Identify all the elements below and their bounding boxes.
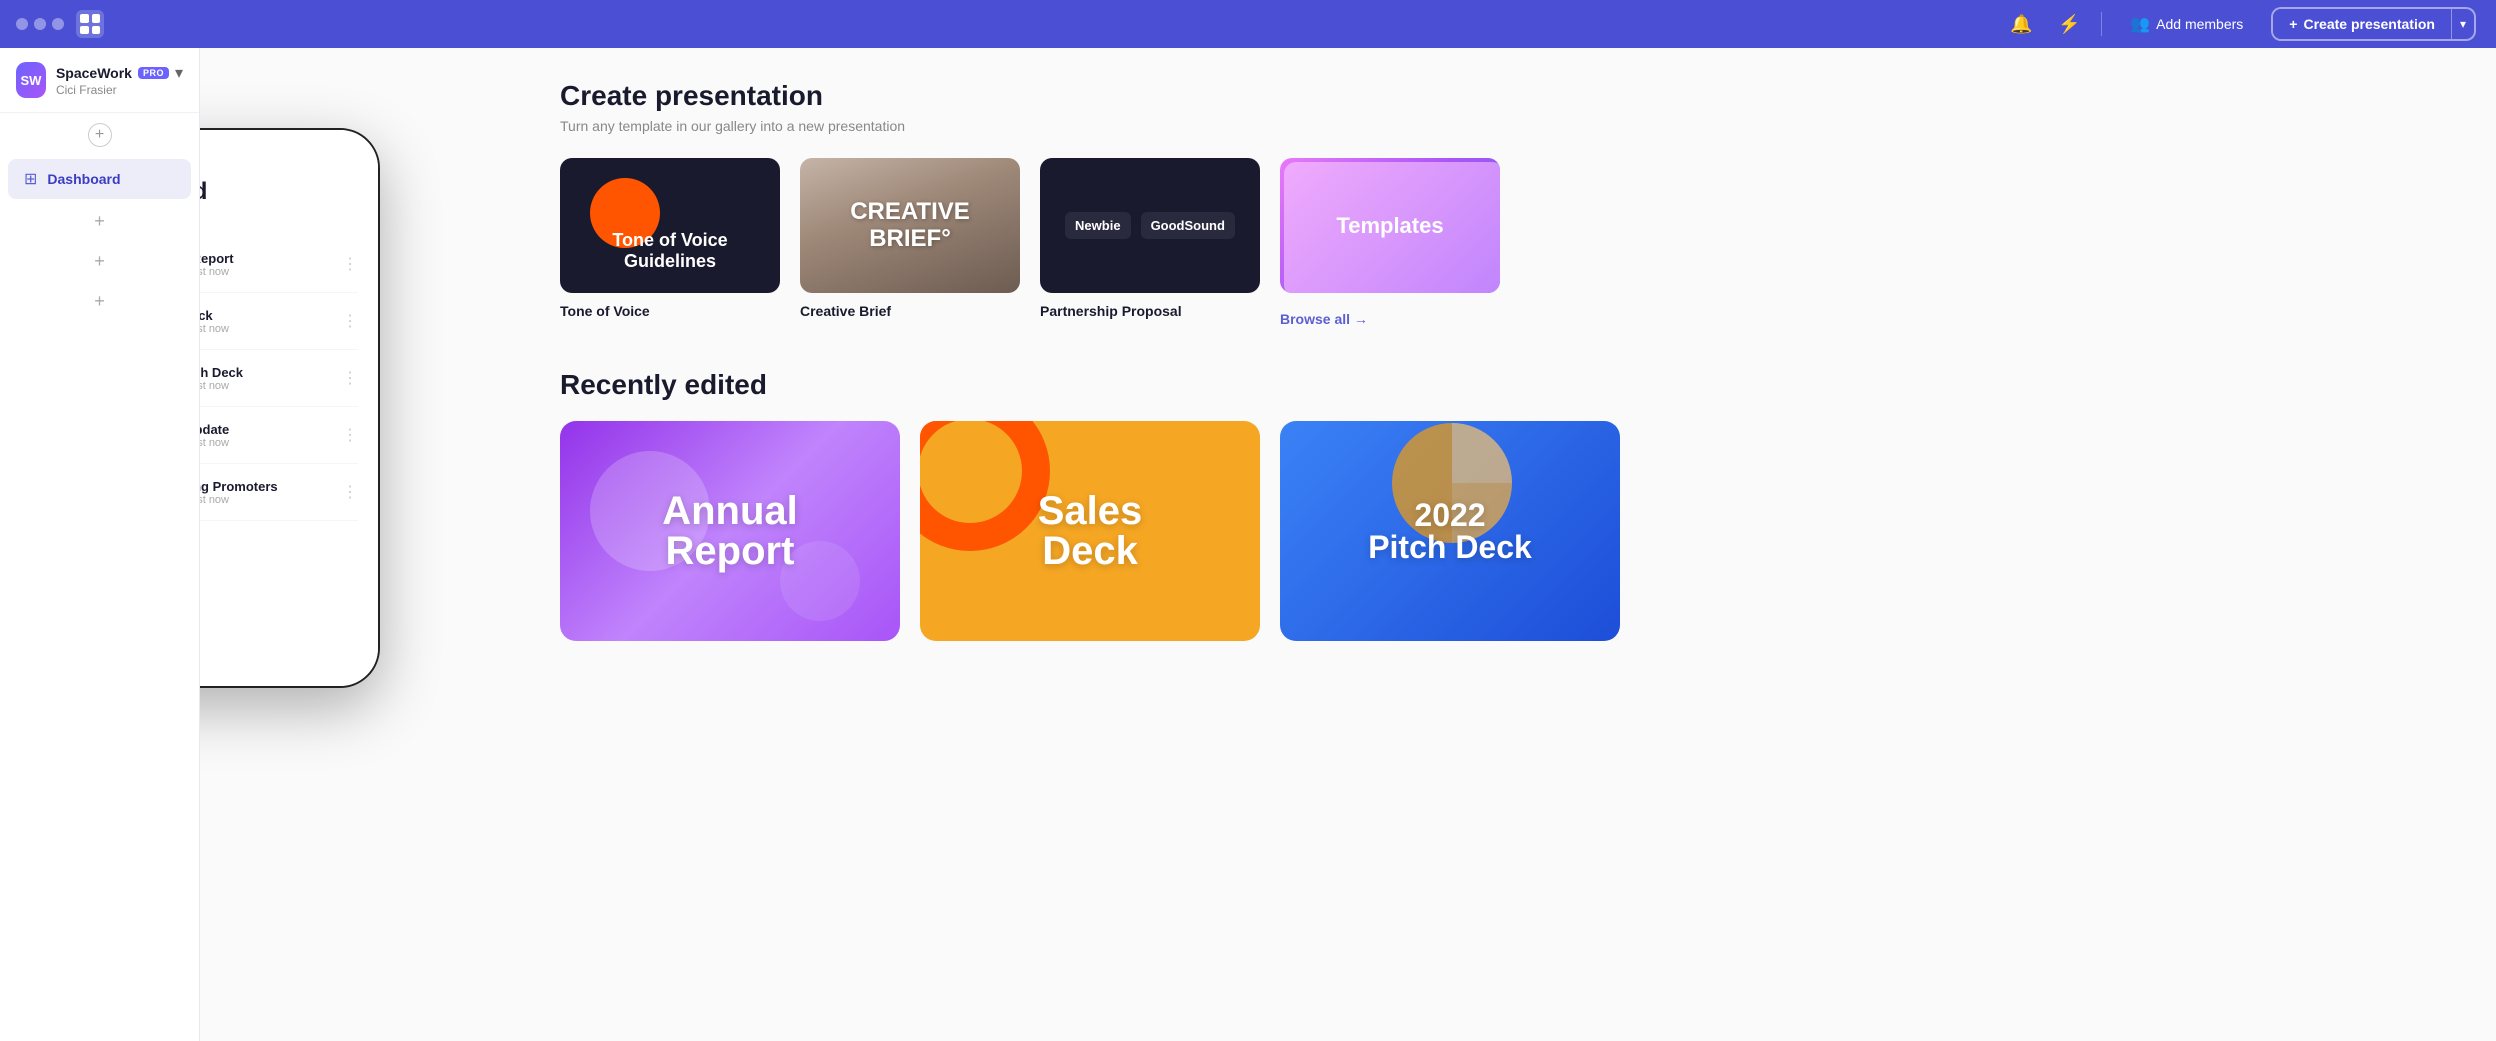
header-actions: 🔔 ⚡ 👥 Add members + Create presentation …: [1985, 0, 2496, 48]
main-content: Create presentation Turn any template in…: [200, 48, 2496, 1041]
notifications-button[interactable]: 🔔: [2005, 8, 2037, 40]
window-dot-1: [16, 18, 28, 30]
template-card-browse[interactable]: Templates Browse all →: [1280, 158, 1500, 329]
create-title: Create presentation: [560, 80, 2456, 112]
workspace-avatar: SW: [16, 62, 46, 98]
template-card-cb[interactable]: CREATIVEBRIEF° Creative Brief: [800, 158, 1020, 319]
sidebar-plus-3[interactable]: +: [86, 287, 114, 315]
pp-thumbnail: Newbie GoodSound: [1040, 158, 1260, 293]
sidebar-plus-1[interactable]: +: [86, 207, 114, 235]
templates-grid: Tone of VoiceGuidelines Tone of Voice CR…: [560, 158, 2456, 329]
recent-card-pitch[interactable]: 2022Pitch Deck: [1280, 421, 1620, 641]
workspace-info: SpaceWork PRO ▾ Cici Frasier: [56, 63, 183, 97]
create-section: Create presentation Turn any template in…: [560, 80, 2456, 641]
browse-all-link[interactable]: Browse all →: [1280, 311, 1368, 327]
recent-card-sales[interactable]: SalesDeck: [920, 421, 1260, 641]
annual-card-text: AnnualReport: [662, 491, 798, 571]
pp-box2: GoodSound: [1141, 212, 1235, 239]
pp-box1: Newbie: [1065, 212, 1131, 239]
sales-donut: [920, 421, 1050, 551]
create-subtitle: Turn any template in our gallery into a …: [560, 118, 2456, 134]
create-presentation-button[interactable]: + Create presentation: [2273, 9, 2451, 39]
add-members-icon: 👥: [2130, 14, 2150, 34]
window-controls: [16, 18, 64, 30]
add-members-button[interactable]: 👥 Add members: [2118, 8, 2255, 40]
create-dropdown-button[interactable]: ▾: [2451, 9, 2474, 39]
avatar-initials: SW: [21, 73, 42, 88]
recently-edited-grid: AnnualReport SalesDeck: [560, 421, 2456, 641]
recently-edited-title: Recently edited: [560, 369, 2456, 401]
pro-badge: PRO: [138, 67, 169, 79]
cb-text: CREATIVEBRIEF°: [850, 199, 970, 252]
cb-thumbnail: CREATIVEBRIEF°: [800, 158, 1020, 293]
recent-card-annual[interactable]: AnnualReport: [560, 421, 900, 641]
tov-thumbnail: Tone of VoiceGuidelines: [560, 158, 780, 293]
cb-label: Creative Brief: [800, 303, 1020, 319]
pitch-card-text: 2022Pitch Deck: [1368, 499, 1532, 563]
workspace-name: SpaceWork: [56, 65, 132, 81]
tpl-text: Templates: [1336, 213, 1443, 239]
add-members-label: Add members: [2156, 16, 2243, 32]
workspace-dropdown-icon[interactable]: ▾: [175, 63, 183, 83]
app-grid-icon[interactable]: [76, 10, 104, 38]
sidebar-plus-2[interactable]: +: [86, 247, 114, 275]
create-presentation-label: Create presentation: [2303, 16, 2434, 32]
workspace-user: Cici Frasier: [56, 83, 183, 97]
sidebar: SW SpaceWork PRO ▾ Cici Frasier + ⊞ Dash…: [0, 48, 200, 1041]
window-dot-2: [34, 18, 46, 30]
bolt-button[interactable]: ⚡: [2053, 8, 2085, 40]
dashboard-icon: ⊞: [24, 169, 37, 189]
workspace-header: SW SpaceWork PRO ▾ Cici Frasier: [0, 48, 199, 113]
cb-overlay: CREATIVEBRIEF°: [800, 158, 1020, 293]
pp-label: Partnership Proposal: [1040, 303, 1260, 319]
sidebar-item-label: Dashboard: [47, 171, 120, 187]
plus-icon: +: [2289, 16, 2297, 32]
template-card-pp[interactable]: Newbie GoodSound Partnership Proposal: [1040, 158, 1260, 319]
sales-card-text: SalesDeck: [1038, 491, 1143, 571]
add-section-button[interactable]: +: [88, 123, 112, 147]
tov-label: Tone of Voice: [560, 303, 780, 319]
sidebar-item-dashboard[interactable]: ⊞ Dashboard: [8, 159, 191, 199]
tpl-thumbnail: Templates: [1280, 158, 1500, 293]
tov-text: Tone of VoiceGuidelines: [612, 230, 727, 273]
template-card-tov[interactable]: Tone of VoiceGuidelines Tone of Voice: [560, 158, 780, 319]
window-dot-3: [52, 18, 64, 30]
